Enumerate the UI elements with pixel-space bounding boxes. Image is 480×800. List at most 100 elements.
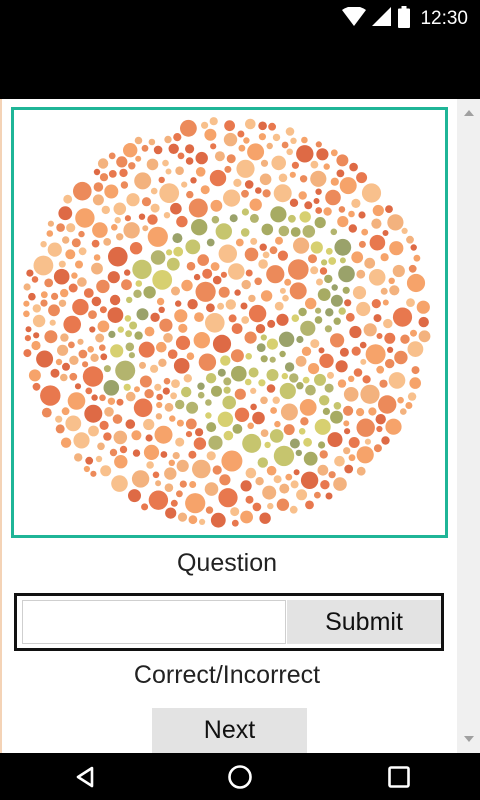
plate-dot <box>388 277 395 284</box>
plate-dot <box>167 349 178 359</box>
plate-dot <box>75 208 95 228</box>
submit-button[interactable]: Submit <box>287 600 441 644</box>
plate-dot <box>82 361 89 368</box>
plate-dot <box>300 471 319 489</box>
plate-dot <box>58 299 67 307</box>
plate-dot <box>60 437 72 448</box>
plate-dot <box>40 241 47 248</box>
plate-dot <box>255 477 264 486</box>
plate-dot <box>63 315 81 334</box>
plate-dot <box>409 377 422 389</box>
plate-dot <box>205 506 214 514</box>
home-icon[interactable] <box>210 753 270 800</box>
plate-dot <box>266 265 285 284</box>
plate-dot <box>380 253 389 262</box>
plate-dot <box>171 379 180 388</box>
plate-dot <box>345 312 355 322</box>
plate-dot <box>392 264 405 278</box>
back-icon[interactable] <box>55 753 115 800</box>
plate-dot <box>293 237 310 254</box>
plate-dot <box>103 432 112 441</box>
scroll-up-icon[interactable] <box>464 110 474 116</box>
plate-dot <box>206 303 215 313</box>
plate-dot <box>156 341 167 353</box>
plate-dot <box>245 353 252 360</box>
plate-dot <box>296 335 304 344</box>
plate-dot <box>310 339 320 349</box>
next-button[interactable]: Next <box>152 708 307 753</box>
plate-dot <box>262 251 270 259</box>
plate-dot <box>266 142 273 150</box>
plate-dot <box>211 385 222 397</box>
plate-dot <box>241 208 249 216</box>
plate-dot <box>132 259 152 280</box>
plate-dot <box>247 422 254 430</box>
plate-dot <box>103 380 120 396</box>
plate-dot <box>335 360 348 373</box>
plate-dot <box>325 247 333 255</box>
plate-dot <box>303 437 312 447</box>
plate-dot <box>365 344 386 365</box>
plate-dot <box>278 225 290 237</box>
plate-dot <box>72 298 89 316</box>
plate-dot <box>155 480 162 487</box>
plate-dot <box>185 144 195 154</box>
plate-dot <box>293 469 300 476</box>
plate-dot <box>90 470 97 477</box>
scrollbar[interactable] <box>457 99 480 753</box>
plate-dot <box>46 230 54 237</box>
plate-dot <box>205 373 217 384</box>
plate-dot <box>339 177 357 195</box>
plate-dot <box>266 465 277 476</box>
plate-dot <box>222 395 236 410</box>
plate-dot <box>277 250 288 261</box>
plate-dot <box>229 214 238 223</box>
plate-dot <box>242 433 262 453</box>
plate-dot <box>74 453 83 462</box>
plate-dot <box>387 214 404 231</box>
plate-dot <box>288 214 296 223</box>
plate-dot <box>256 343 266 352</box>
plate-dot <box>201 121 209 129</box>
plate-dot <box>254 277 262 286</box>
plate-dot <box>84 404 103 423</box>
plate-dot <box>381 436 390 445</box>
plate-dot <box>129 321 138 330</box>
plate-dot <box>338 206 346 213</box>
plate-dot <box>210 512 226 528</box>
plate-dot <box>165 168 172 175</box>
plate-dot <box>318 347 325 354</box>
plate-dot <box>259 173 272 186</box>
plate-dot <box>220 271 227 278</box>
plate-dot <box>364 438 371 445</box>
plate-dot <box>356 466 366 476</box>
plate-dot <box>223 132 238 147</box>
plate-dot <box>296 382 304 390</box>
answer-input[interactable] <box>22 600 286 644</box>
plate-dot <box>356 418 375 437</box>
plate-dot <box>257 457 268 468</box>
plate-dot <box>47 220 55 227</box>
plate-dot <box>139 361 146 369</box>
plate-dot <box>234 407 250 422</box>
plate-dot <box>330 228 338 236</box>
plate-dot <box>193 332 210 349</box>
plate-dot <box>316 148 329 161</box>
plate-dot <box>382 230 389 236</box>
scroll-down-icon[interactable] <box>464 736 474 742</box>
recents-icon[interactable] <box>369 753 429 800</box>
plate-dot <box>220 355 231 366</box>
plate-dot <box>314 316 323 324</box>
plate-dot <box>319 395 330 406</box>
plate-dot <box>108 330 116 338</box>
plate-dot <box>245 467 257 479</box>
plate-dot <box>260 159 269 167</box>
plate-dot <box>271 155 287 171</box>
plate-dot <box>223 189 241 207</box>
plate-dot <box>47 242 62 257</box>
plate-dot <box>302 225 316 238</box>
plate-dot <box>238 144 246 152</box>
plate-dot <box>278 173 288 183</box>
plate-dot <box>371 299 381 309</box>
plate-dot <box>33 255 54 276</box>
